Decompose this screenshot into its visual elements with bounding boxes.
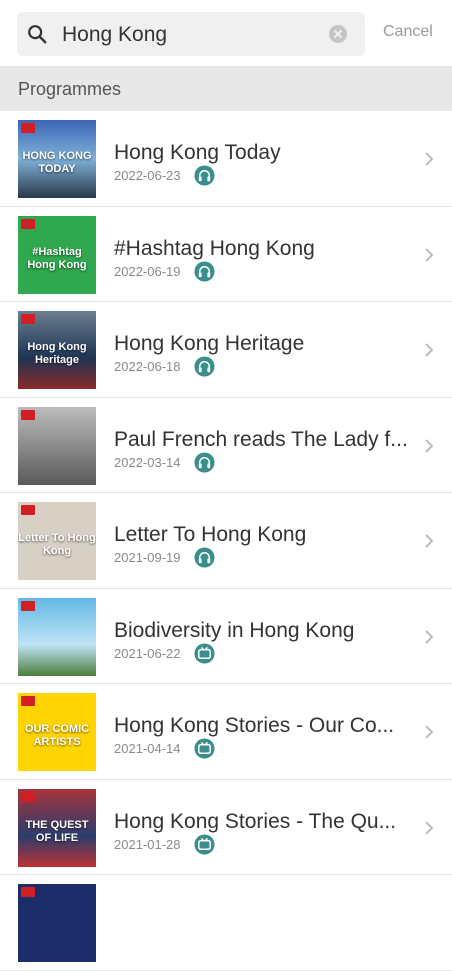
list-item[interactable]: HONG KONG TODAY Hong Kong Today 2022-06-23 xyxy=(0,111,452,207)
programme-thumbnail: THE QUEST OF LIFE xyxy=(18,788,96,867)
programme-thumbnail: HONG KONG TODAY xyxy=(18,120,96,198)
rthk-logo-icon xyxy=(21,409,35,420)
thumbnail-text: OUR COMIC ARTISTS xyxy=(24,723,90,748)
section-header-programmes: Programmes xyxy=(0,67,452,111)
rthk-logo-icon xyxy=(21,123,35,133)
programme-thumbnail: OUR COMIC ARTISTS xyxy=(18,693,96,771)
programme-date: 2022-06-19 xyxy=(114,263,181,279)
cancel-button[interactable]: Cancel xyxy=(383,23,433,41)
chevron-right-icon xyxy=(425,247,434,262)
thumbnail-text: HONG KONG TODAY xyxy=(22,150,92,175)
rthk-logo-icon xyxy=(21,600,35,611)
list-item[interactable]: OUR COMIC ARTISTS Hong Kong Stories - Our… xyxy=(0,684,452,780)
programme-title: #Hashtag Hong Kong xyxy=(114,236,315,260)
section-title: Programmes xyxy=(18,79,122,99)
tv-icon xyxy=(194,738,215,759)
programme-list: HONG KONG TODAY Hong Kong Today 2022-06-23… xyxy=(0,111,452,971)
tv-icon xyxy=(194,833,215,855)
rthk-logo-icon xyxy=(21,696,35,706)
rthk-logo-icon xyxy=(21,887,35,897)
programme-title: Biodiversity in Hong Kong xyxy=(114,618,355,642)
list-item[interactable]: Biodiversity in Hong Kong 2021-06-22 xyxy=(0,589,452,684)
headphones-icon xyxy=(194,356,215,377)
headphones-icon xyxy=(194,547,215,568)
chevron-right-icon xyxy=(425,820,434,835)
programme-title: Letter To Hong Kong xyxy=(114,523,307,546)
clear-icon[interactable] xyxy=(328,24,348,44)
programme-date: 2022-03-14 xyxy=(114,454,181,470)
programme-date: 2021-01-28 xyxy=(114,836,181,852)
programme-thumbnail xyxy=(18,406,96,485)
headphones-icon xyxy=(194,451,215,473)
list-item[interactable] xyxy=(0,875,452,971)
chevron-right-icon xyxy=(425,725,434,739)
list-item[interactable]: Hong Kong Heritage Hong Kong Heritage 2022… xyxy=(0,302,452,398)
programme-date: 2022-06-18 xyxy=(114,359,181,374)
programme-thumbnail: Hong Kong Heritage xyxy=(18,311,96,389)
search-header: Hong Kong Cancel xyxy=(0,0,452,67)
programme-date: 2021-04-14 xyxy=(114,741,181,756)
rthk-logo-icon xyxy=(21,505,35,515)
programme-thumbnail xyxy=(18,884,96,962)
thumbnail-text: #Hashtag Hong Kong xyxy=(27,245,87,271)
programme-title: Paul French reads The Lady f... xyxy=(114,427,408,451)
chevron-right-icon xyxy=(425,629,434,644)
programme-date: 2021-06-22 xyxy=(114,645,181,661)
search-icon xyxy=(28,25,47,44)
list-item[interactable]: Paul French reads The Lady f... 2022-03-1… xyxy=(0,398,452,493)
programme-thumbnail: Letter To Hong Kong xyxy=(18,502,96,580)
chevron-right-icon xyxy=(425,534,434,548)
programme-title: Hong Kong Stories - Our Co... xyxy=(114,714,395,737)
list-item[interactable]: THE QUEST OF LIFE Hong Kong Stories - The… xyxy=(0,780,452,875)
list-item[interactable]: #Hashtag Hong Kong #Hashtag Hong Kong 2022… xyxy=(0,207,452,302)
programme-thumbnail: #Hashtag Hong Kong xyxy=(18,215,96,294)
headphones-icon xyxy=(194,165,215,186)
rthk-logo-icon xyxy=(21,218,35,229)
thumbnail-text: THE QUEST OF LIFE xyxy=(25,818,89,844)
chevron-right-icon xyxy=(425,438,434,453)
chevron-right-icon xyxy=(425,152,434,166)
programme-date: 2021-09-19 xyxy=(114,550,181,565)
programme-date: 2022-06-23 xyxy=(114,168,181,183)
search-input[interactable]: Hong Kong xyxy=(17,12,365,56)
thumbnail-text: Hong Kong Heritage xyxy=(27,341,87,366)
headphones-icon xyxy=(194,260,215,282)
programme-title: Hong Kong Heritage xyxy=(114,332,305,355)
rthk-logo-icon xyxy=(21,791,35,802)
programme-title: Hong Kong Stories - The Qu... xyxy=(114,809,397,833)
chevron-right-icon xyxy=(425,343,434,357)
list-item[interactable]: Letter To Hong Kong Letter To Hong Kong 20… xyxy=(0,493,452,589)
rthk-logo-icon xyxy=(21,314,35,324)
programme-thumbnail xyxy=(18,597,96,676)
programme-title: Hong Kong Today xyxy=(114,141,281,164)
tv-icon xyxy=(194,642,215,664)
search-query: Hong Kong xyxy=(62,23,168,46)
thumbnail-text: Letter To Hong Kong xyxy=(18,532,96,557)
